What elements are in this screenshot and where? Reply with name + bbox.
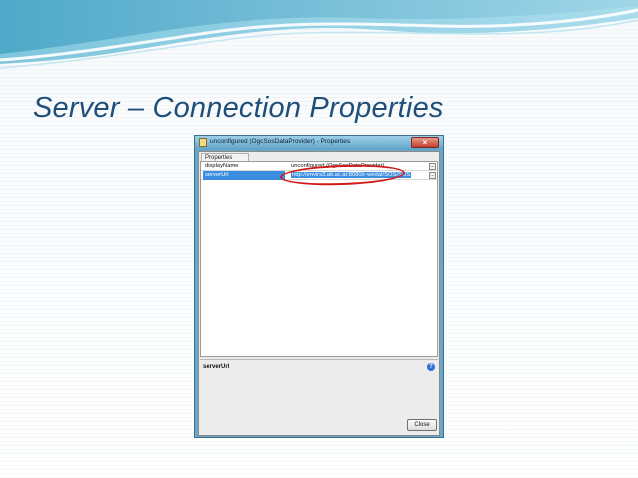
property-name: serverUrl <box>203 171 285 180</box>
close-button[interactable]: Close <box>407 419 437 431</box>
ellipsis-button[interactable]: ... <box>429 172 436 179</box>
property-help-panel: serverUrl ? <box>200 359 438 433</box>
window-title: unconfigured (OgcSosDataProvider) - Prop… <box>210 138 351 145</box>
tab-properties[interactable]: Properties <box>201 153 249 161</box>
ellipsis-button[interactable]: ... <box>429 163 436 170</box>
app-icon <box>199 138 207 147</box>
window-client-area: Properties displayName unconfigured (Ogc… <box>198 151 440 436</box>
property-name: displayName <box>205 163 239 169</box>
slide-title: Server – Connection Properties <box>33 92 444 124</box>
property-sheet: displayName unconfigured (OgcSosDataProv… <box>200 161 438 357</box>
help-property-name: serverUrl <box>203 364 230 370</box>
help-icon[interactable]: ? <box>427 363 435 371</box>
window-close-button[interactable]: × <box>411 137 439 148</box>
decorative-wave <box>0 0 638 69</box>
window-titlebar[interactable]: unconfigured (OgcSosDataProvider) - Prop… <box>195 136 443 150</box>
